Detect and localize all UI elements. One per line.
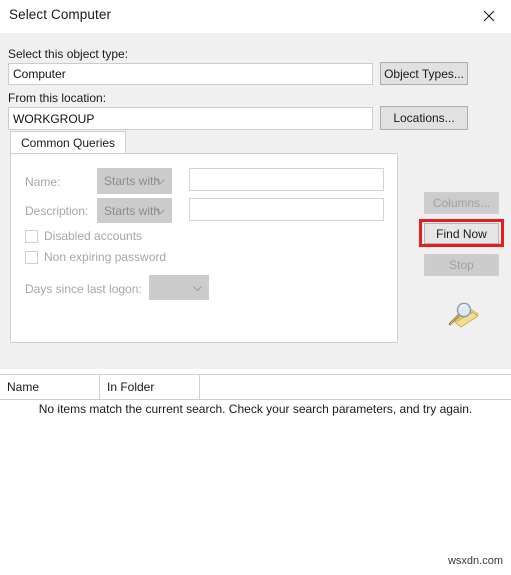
days-since-last-logon-dropdown[interactable] [149, 275, 209, 300]
close-icon [483, 10, 495, 22]
location-input[interactable]: WORKGROUP [8, 107, 373, 130]
name-operator-dropdown[interactable]: Starts with [97, 168, 172, 194]
empty-results-message: No items match the current search. Check… [38, 402, 473, 416]
tab-common-queries[interactable]: Common Queries [10, 131, 127, 153]
locations-button[interactable]: Locations... [380, 106, 468, 130]
chevron-down-icon [193, 285, 202, 291]
stop-button[interactable]: Stop [424, 254, 499, 276]
title-bar: Select Computer [0, 0, 511, 33]
watermark: wsxdn.com [447, 555, 503, 567]
name-label: Name: [25, 175, 61, 189]
find-now-button[interactable]: Find Now [424, 223, 499, 244]
column-header-name[interactable]: Name [0, 375, 100, 399]
non-expiring-password-checkbox-row[interactable]: Non expiring password [25, 250, 166, 264]
object-types-button[interactable]: Object Types... [380, 62, 468, 85]
window-title: Select Computer [9, 7, 112, 22]
close-button[interactable] [467, 0, 511, 31]
chevron-down-icon [156, 179, 165, 184]
description-label: Description: [25, 204, 89, 218]
disabled-accounts-checkbox-row[interactable]: Disabled accounts [25, 229, 142, 243]
name-operator-value: Starts with [104, 174, 161, 188]
disabled-accounts-label: Disabled accounts [44, 229, 143, 243]
name-value-input[interactable] [189, 168, 384, 191]
description-operator-dropdown[interactable]: Starts with [97, 198, 172, 223]
disabled-accounts-checkbox[interactable] [25, 229, 38, 243]
search-results-list [0, 400, 511, 575]
magnifier-folder-icon [446, 301, 480, 331]
description-operator-value: Starts with [104, 203, 161, 218]
search-results-header: Name In Folder [0, 374, 511, 400]
object-type-label: Select this object type: [8, 47, 129, 61]
object-type-input[interactable]: Computer [8, 63, 373, 85]
common-queries-panel: Name: Starts with Description: Starts wi… [10, 153, 398, 343]
non-expiring-password-checkbox[interactable] [25, 250, 38, 264]
non-expiring-password-label: Non expiring password [44, 250, 167, 264]
tab-strip: Common Queries [10, 131, 398, 153]
columns-button[interactable]: Columns... [424, 192, 499, 214]
dialog-body: Select this object type: Computer Object… [0, 33, 511, 404]
column-header-in-folder[interactable]: In Folder [100, 375, 200, 399]
days-since-last-logon-label: Days since last logon: [25, 282, 142, 296]
location-label: From this location: [8, 91, 107, 105]
description-value-input[interactable] [189, 198, 384, 221]
chevron-down-icon [156, 208, 165, 214]
column-header-blank[interactable] [200, 375, 511, 399]
